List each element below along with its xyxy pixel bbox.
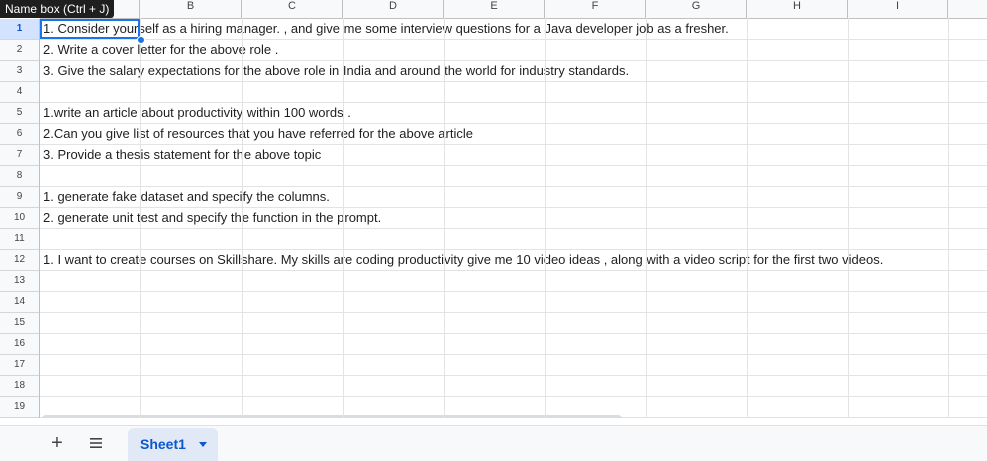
table-row[interactable]: 1.write an article about productivity wi…: [40, 103, 987, 124]
sheet-tab-label: Sheet1: [140, 436, 186, 452]
cell-a10[interactable]: 2. generate unit test and specify the fu…: [43, 210, 381, 226]
table-row[interactable]: [40, 229, 987, 250]
gridline-vertical: [444, 18, 445, 418]
row-header-5[interactable]: 5: [0, 103, 39, 124]
table-row[interactable]: 2. Write a cover letter for the above ro…: [40, 40, 987, 61]
table-row[interactable]: [40, 376, 987, 397]
cell-a5[interactable]: 1.write an article about productivity wi…: [43, 105, 351, 121]
row-header-4[interactable]: 4: [0, 82, 39, 103]
gridline-vertical: [646, 18, 647, 418]
name-box-tooltip: Name box (Ctrl + J): [0, 0, 115, 18]
row-header-7[interactable]: 7: [0, 145, 39, 166]
row-header-17[interactable]: 17: [0, 355, 39, 376]
gridline-vertical: [545, 18, 546, 418]
fill-handle[interactable]: [137, 36, 145, 44]
chevron-down-icon[interactable]: [199, 442, 207, 447]
cell-a1[interactable]: 1. Consider yourself as a hiring manager…: [43, 21, 729, 37]
table-row[interactable]: [40, 355, 987, 376]
row-header-13[interactable]: 13: [0, 271, 39, 292]
row-header-15[interactable]: 15: [0, 313, 39, 334]
gridline-vertical: [948, 18, 949, 418]
column-header-g[interactable]: G: [646, 0, 747, 18]
row-header-12[interactable]: 12: [0, 250, 39, 271]
row-header-6[interactable]: 6: [0, 124, 39, 145]
table-row[interactable]: 2. generate unit test and specify the fu…: [40, 208, 987, 229]
row-header-2[interactable]: 2: [0, 40, 39, 61]
table-row[interactable]: [40, 313, 987, 334]
column-header-h[interactable]: H: [747, 0, 848, 18]
table-row[interactable]: [40, 292, 987, 313]
cell-a6[interactable]: 2.Can you give list of resources that yo…: [43, 126, 473, 142]
spreadsheet-grid[interactable]: Name box (Ctrl + J) ABCDEFGHI 1234567891…: [0, 0, 987, 418]
row-header-9[interactable]: 9: [0, 187, 39, 208]
column-header-f[interactable]: F: [545, 0, 646, 18]
gridline-vertical: [848, 18, 849, 418]
row-header-11[interactable]: 11: [0, 229, 39, 250]
all-sheets-menu-icon[interactable]: [88, 435, 104, 451]
table-row[interactable]: 1. I want to create courses on Skillshar…: [40, 250, 987, 271]
gridline-vertical: [747, 18, 748, 418]
row-header-10[interactable]: 10: [0, 208, 39, 229]
row-header-19[interactable]: 19: [0, 397, 39, 418]
table-row[interactable]: [40, 334, 987, 355]
row-header-bar: 1 2 3 4 5 6 7 8 9 10 11 12 13 14 15 16 17 18 19: [0, 19, 40, 418]
cell-a9[interactable]: 1. generate fake dataset and specify the…: [43, 189, 330, 205]
column-header-b[interactable]: B: [140, 0, 242, 18]
sheet-bottom-bar: + Sheet1: [0, 425, 987, 461]
cell-a7[interactable]: 3. Provide a thesis statement for the ab…: [43, 147, 321, 163]
horizontal-scrollbar[interactable]: [42, 415, 622, 418]
row-header-8[interactable]: 8: [0, 166, 39, 187]
gridline-vertical: [343, 18, 344, 418]
table-row[interactable]: [40, 82, 987, 103]
gridline-vertical: [242, 18, 243, 418]
table-row[interactable]: [40, 271, 987, 292]
table-row[interactable]: [40, 166, 987, 187]
column-header-bar: ABCDEFGHI: [40, 0, 987, 19]
column-header-d[interactable]: D: [343, 0, 444, 18]
table-row[interactable]: 2.Can you give list of resources that yo…: [40, 124, 987, 145]
row-header-16[interactable]: 16: [0, 334, 39, 355]
table-row[interactable]: 1. Consider yourself as a hiring manager…: [40, 19, 987, 40]
table-row[interactable]: 3. Give the salary expectations for the …: [40, 61, 987, 82]
cell-a3[interactable]: 3. Give the salary expectations for the …: [43, 63, 629, 79]
gridline-vertical: [140, 18, 141, 418]
cell-a12[interactable]: 1. I want to create courses on Skillshar…: [43, 252, 883, 268]
row-header-3[interactable]: 3: [0, 61, 39, 82]
column-header-i[interactable]: I: [848, 0, 948, 18]
row-header-1[interactable]: 1: [0, 19, 39, 40]
row-header-18[interactable]: 18: [0, 376, 39, 397]
column-header-c[interactable]: C: [242, 0, 343, 18]
table-row[interactable]: 3. Provide a thesis statement for the ab…: [40, 145, 987, 166]
sheet-tab-sheet1[interactable]: Sheet1: [128, 428, 218, 461]
cell-a2[interactable]: 2. Write a cover letter for the above ro…: [43, 42, 278, 58]
column-header-e[interactable]: E: [444, 0, 545, 18]
add-sheet-button[interactable]: +: [48, 433, 66, 453]
row-header-14[interactable]: 14: [0, 292, 39, 313]
table-row[interactable]: 1. generate fake dataset and specify the…: [40, 187, 987, 208]
